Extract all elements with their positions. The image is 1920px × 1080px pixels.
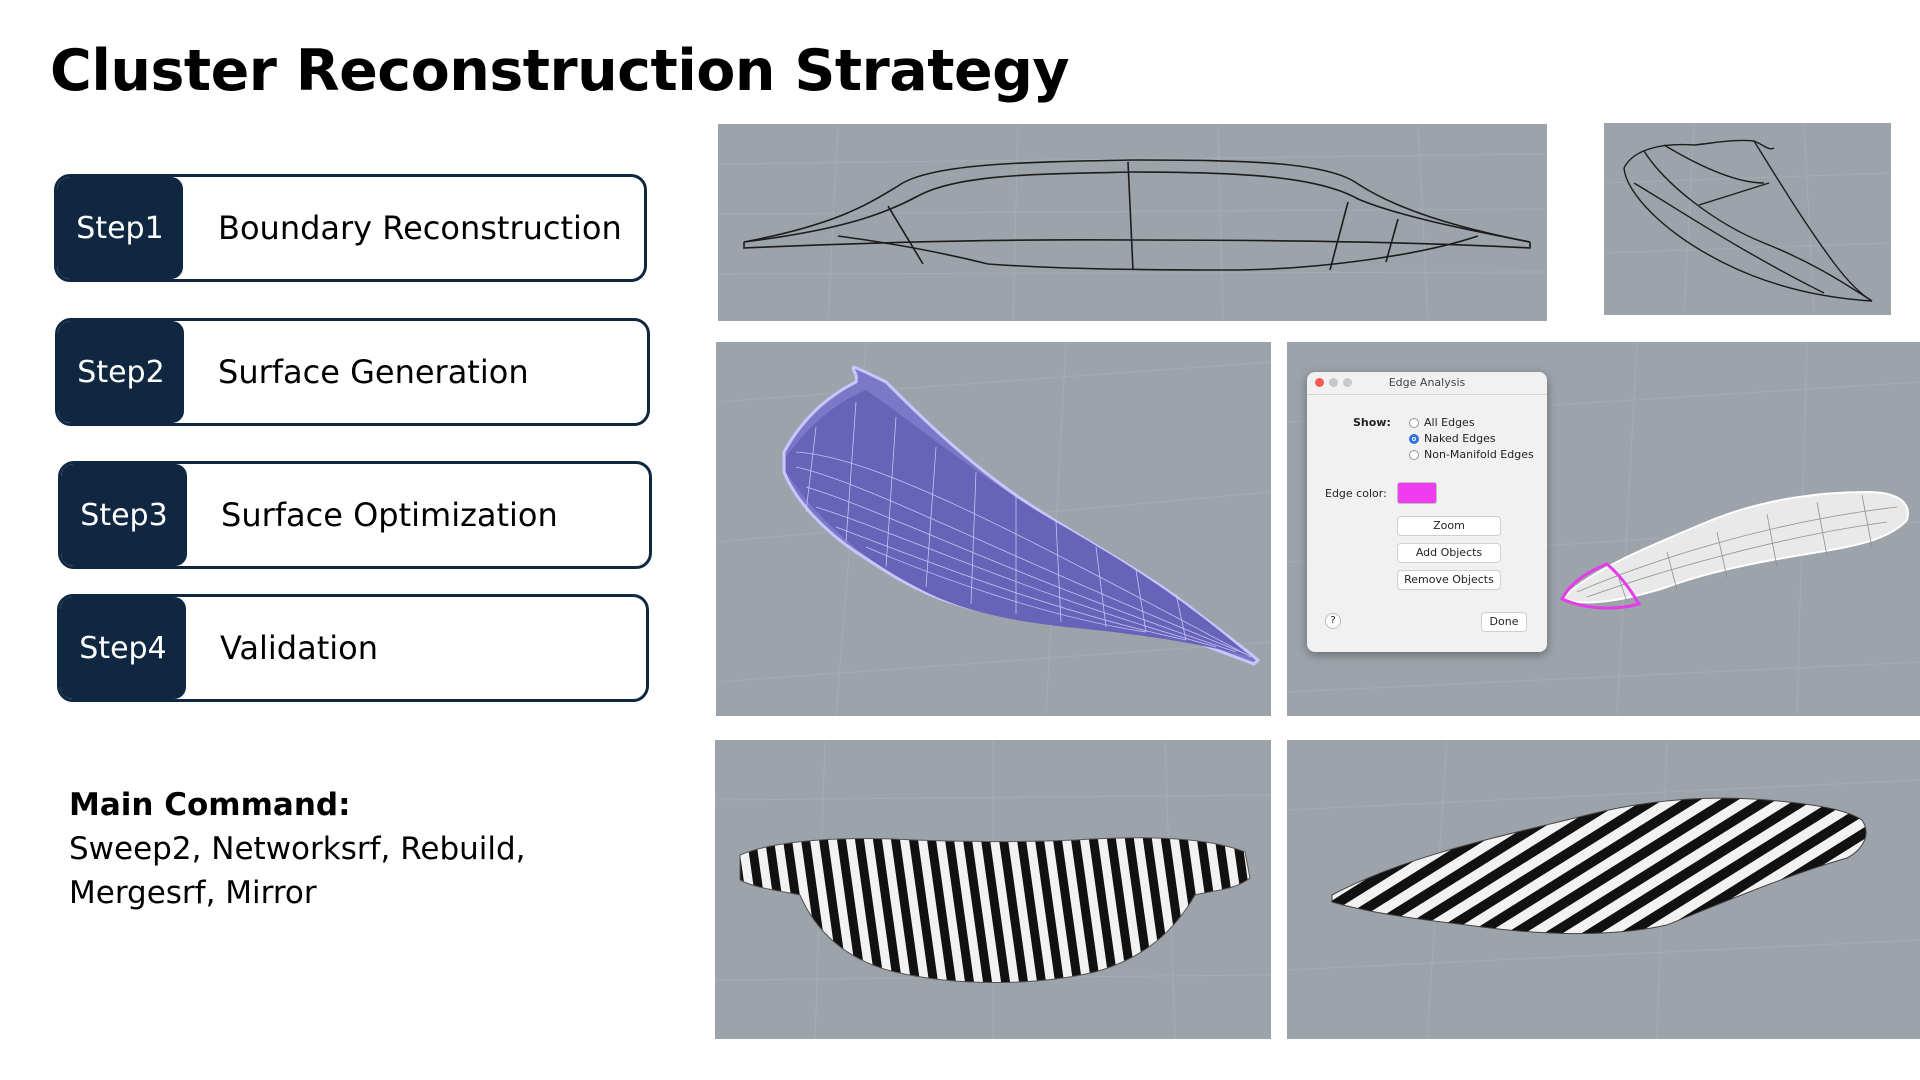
step-1-label: Boundary Reconstruction	[218, 209, 622, 247]
dialog-titlebar: Edge Analysis	[1307, 372, 1547, 395]
step-2-number: Step2	[58, 321, 184, 423]
done-button[interactable]: Done	[1481, 612, 1527, 632]
page-title: Cluster Reconstruction Strategy	[50, 38, 1070, 104]
edge-color-label: Edge color:	[1325, 487, 1387, 500]
step-3-label: Surface Optimization	[221, 496, 558, 534]
viewport-zebra-perspective	[1287, 740, 1920, 1039]
step-2-label: Surface Generation	[218, 353, 529, 391]
show-label: Show:	[1353, 416, 1391, 429]
option-naked-edges[interactable]: Naked Edges	[1409, 432, 1496, 445]
boundary-wireframe-perspective	[1604, 123, 1891, 315]
main-command-line-2: Mergesrf, Mirror	[69, 875, 317, 911]
add-objects-button[interactable]: Add Objects	[1397, 543, 1501, 563]
dialog-title: Edge Analysis	[1388, 376, 1466, 389]
option-non-manifold-edges[interactable]: Non-Manifold Edges	[1409, 448, 1534, 461]
edge-color-swatch[interactable]	[1397, 482, 1437, 504]
zoom-button[interactable]: Zoom	[1397, 516, 1501, 536]
remove-objects-button[interactable]: Remove Objects	[1397, 570, 1501, 590]
help-button[interactable]: ?	[1325, 613, 1341, 629]
step-1-number: Step1	[57, 177, 183, 279]
viewport-boundary-side	[718, 124, 1547, 321]
main-command-line-1: Sweep2, Networksrf, Rebuild,	[69, 831, 526, 867]
main-command-heading: Main Command:	[69, 787, 351, 823]
step-4-label: Validation	[220, 629, 379, 667]
step-3-number: Step3	[61, 464, 187, 566]
main-command-block: Main Command: Sweep2, Networksrf, Rebuil…	[69, 783, 526, 915]
boundary-wireframe-side	[718, 124, 1547, 321]
edge-analysis-dialog: Edge Analysis Show: All Edges Naked Edge…	[1307, 372, 1547, 652]
viewport-zebra-front	[715, 740, 1271, 1039]
step-4-card: Step4 Validation	[57, 594, 649, 702]
zebra-analysis-front	[715, 740, 1271, 1039]
step-1-card: Step1 Boundary Reconstruction	[54, 174, 647, 282]
viewport-surface-generation	[716, 342, 1271, 716]
radio-icon	[1409, 417, 1419, 428]
radio-icon	[1409, 449, 1419, 460]
step-3-card: Step3 Surface Optimization	[58, 461, 652, 569]
zebra-analysis-perspective	[1287, 740, 1920, 1039]
radio-selected-icon	[1409, 433, 1419, 444]
step-4-number: Step4	[60, 597, 186, 699]
viewport-edge-analysis: Edge Analysis Show: All Edges Naked Edge…	[1287, 342, 1920, 716]
viewport-boundary-perspective	[1604, 123, 1891, 315]
option-all-edges[interactable]: All Edges	[1409, 416, 1475, 429]
purple-surface-mesh	[716, 342, 1271, 716]
step-2-card: Step2 Surface Generation	[55, 318, 650, 426]
